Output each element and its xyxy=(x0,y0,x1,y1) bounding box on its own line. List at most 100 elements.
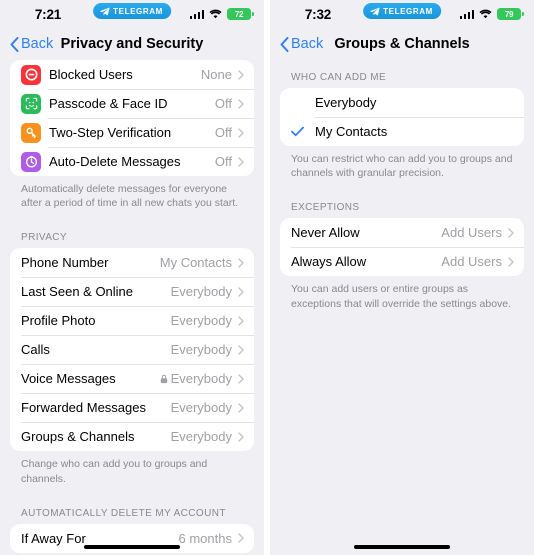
dual-screenshot-container: 7:21 TELEGRAM 72 Back Privacy and Securi… xyxy=(0,0,534,555)
row-value: My Contacts xyxy=(159,255,232,271)
exceptions-group: Never Allow Add Users Always Allow Add U… xyxy=(280,218,524,277)
row-always-allow[interactable]: Always Allow Add Users xyxy=(280,247,524,276)
cellular-bars-icon xyxy=(189,9,204,19)
row-value-group: Everybody xyxy=(160,371,232,386)
row-value: None xyxy=(200,67,232,82)
option-label: My Contacts xyxy=(315,124,388,139)
status-indicators: 79 xyxy=(459,7,524,21)
chevron-right-icon xyxy=(238,345,244,355)
option-label: Everybody xyxy=(315,95,377,110)
back-button[interactable]: Back xyxy=(10,36,53,52)
battery-level: 79 xyxy=(504,9,514,19)
row-value: Off xyxy=(214,154,232,169)
chevron-right-icon xyxy=(238,403,244,413)
chevron-right-icon xyxy=(238,432,244,442)
row-value: 6 months xyxy=(178,530,232,546)
telegram-badge: TELEGRAM xyxy=(93,3,171,19)
battery-indicator: 72 xyxy=(227,7,254,21)
telegram-badge-label: TELEGRAM xyxy=(113,6,163,16)
exceptions-footnote: You can add users or entire groups as ex… xyxy=(291,283,512,310)
option-everybody[interactable]: Everybody xyxy=(280,88,524,117)
row-label: Last Seen & Online xyxy=(21,284,134,300)
back-button[interactable]: Back xyxy=(280,36,323,52)
row-value: Off xyxy=(214,96,232,111)
chevron-right-icon xyxy=(238,156,244,167)
section-header-privacy: PRIVACY xyxy=(21,232,67,244)
battery-level: 72 xyxy=(234,9,244,19)
row-auto-delete-messages[interactable]: Auto-Delete Messages Off xyxy=(10,147,254,176)
row-label: Two-Step Verification xyxy=(49,125,172,140)
row-value: Everybody xyxy=(170,371,232,387)
row-forwarded-messages[interactable]: Forwarded Messages Everybody xyxy=(10,393,254,422)
row-value: Everybody xyxy=(170,400,232,416)
row-voice-messages[interactable]: Voice Messages Everybody xyxy=(10,364,254,393)
row-label: If Away For xyxy=(21,530,86,546)
row-calls[interactable]: Calls Everybody xyxy=(10,335,254,364)
screen-privacy-and-security: 7:21 TELEGRAM 72 Back Privacy and Securi… xyxy=(0,0,267,555)
section-header-auto-delete-account: AUTOMATICALLY DELETE MY ACCOUNT xyxy=(21,507,226,519)
screen-groups-and-channels: 7:32 TELEGRAM 79 Back Groups & Channels … xyxy=(267,0,534,555)
chevron-right-icon xyxy=(238,98,244,109)
row-label: Voice Messages xyxy=(21,371,116,387)
row-blocked-users[interactable]: Blocked Users None xyxy=(10,60,254,89)
back-button-label: Back xyxy=(21,36,54,52)
chevron-right-icon xyxy=(238,374,244,384)
chevron-right-icon xyxy=(508,228,514,238)
row-value: Everybody xyxy=(170,429,232,445)
row-phone-number[interactable]: Phone Number My Contacts xyxy=(10,248,254,277)
auto-delete-footnote: Automatically delete messages for everyo… xyxy=(21,183,239,210)
cellular-bars-icon xyxy=(459,9,474,19)
row-never-allow[interactable]: Never Allow Add Users xyxy=(280,218,524,247)
row-passcode-face-id[interactable]: Passcode & Face ID Off xyxy=(10,89,254,118)
chevron-right-icon xyxy=(238,287,244,297)
chevron-right-icon xyxy=(238,316,244,326)
row-label: Passcode & Face ID xyxy=(49,96,168,111)
row-label: Phone Number xyxy=(21,255,109,271)
row-profile-photo[interactable]: Profile Photo Everybody xyxy=(10,306,254,335)
row-value: Off xyxy=(214,125,232,140)
row-label: Profile Photo xyxy=(21,313,96,329)
paper-plane-icon xyxy=(99,6,110,16)
status-bar: 7:32 TELEGRAM 79 xyxy=(270,0,534,28)
row-last-seen-online[interactable]: Last Seen & Online Everybody xyxy=(10,277,254,306)
settings-scroll-area[interactable]: Blocked Users None Passcode & Face ID Of… xyxy=(0,60,264,555)
row-groups-and-channels[interactable]: Groups & Channels Everybody xyxy=(10,422,254,451)
row-value: Everybody xyxy=(170,284,232,300)
face-id-icon xyxy=(21,93,41,114)
settings-scroll-area[interactable]: WHO CAN ADD ME Everybody My Contacts You… xyxy=(270,60,534,555)
who-can-add-me-group: Everybody My Contacts xyxy=(280,88,524,146)
home-indicator xyxy=(354,545,450,549)
row-value: Everybody xyxy=(170,313,232,329)
chevron-left-icon xyxy=(280,36,289,52)
row-label: Forwarded Messages xyxy=(21,400,146,416)
row-value: Everybody xyxy=(170,342,232,358)
section-header-exceptions: EXCEPTIONS xyxy=(291,202,360,214)
back-button-label: Back xyxy=(291,36,324,52)
row-value: Add Users xyxy=(441,254,502,270)
row-value: Add Users xyxy=(441,225,502,241)
chevron-right-icon xyxy=(238,127,244,138)
option-my-contacts[interactable]: My Contacts xyxy=(280,117,524,146)
row-label: Auto-Delete Messages xyxy=(49,154,181,169)
check-slot xyxy=(291,126,315,137)
wifi-icon xyxy=(209,9,222,19)
privacy-group: Phone Number My Contacts Last Seen & Onl… xyxy=(10,248,254,452)
home-indicator xyxy=(84,545,180,549)
row-label: Calls xyxy=(21,342,50,358)
checkmark-icon xyxy=(291,126,304,137)
status-time: 7:21 xyxy=(34,6,62,22)
row-label: Never Allow xyxy=(291,225,360,241)
paper-plane-icon xyxy=(369,6,380,16)
telegram-badge: TELEGRAM xyxy=(363,3,441,19)
groups-footnote: Change who can add you to groups and cha… xyxy=(21,458,208,485)
row-label: Blocked Users xyxy=(49,67,133,82)
navigation-bar: Back Privacy and Security xyxy=(0,28,264,60)
row-label: Always Allow xyxy=(291,254,367,270)
chevron-right-icon xyxy=(508,257,514,267)
lock-icon xyxy=(160,374,167,384)
row-two-step-verification[interactable]: Two-Step Verification Off xyxy=(10,118,254,147)
security-group: Blocked Users None Passcode & Face ID Of… xyxy=(10,60,254,176)
navigation-bar: Back Groups & Channels xyxy=(270,28,534,60)
wifi-icon xyxy=(479,9,492,19)
status-bar: 7:21 TELEGRAM 72 xyxy=(0,0,264,28)
